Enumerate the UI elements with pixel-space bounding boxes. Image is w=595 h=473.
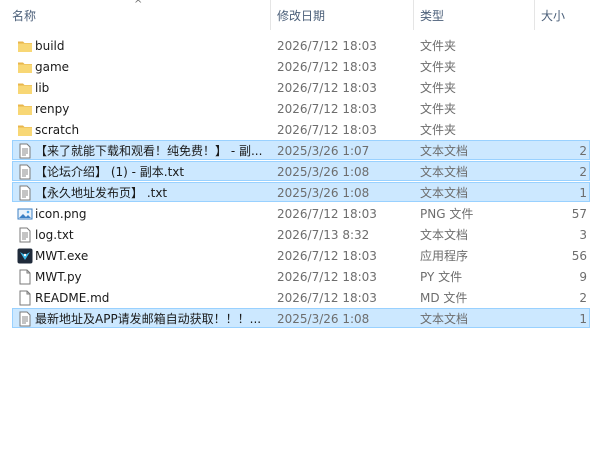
file-date: 2025/3/26 1:07 [277, 144, 370, 158]
folder-icon [17, 59, 33, 75]
file-name: 【论坛介绍】 (1) - 副本.txt [35, 165, 185, 179]
text-file-icon [17, 164, 33, 180]
file-name: README.md [35, 291, 110, 305]
file-date: 2026/7/12 18:03 [277, 123, 377, 137]
file-size: 2 [579, 165, 587, 179]
file-size [535, 36, 587, 56]
file-date: 2025/3/26 1:08 [277, 312, 370, 326]
text-file-icon [17, 143, 33, 159]
text-file-icon [17, 185, 33, 201]
file-name: build [35, 39, 65, 53]
file-date: 2026/7/13 8:32 [277, 228, 370, 242]
folder-icon [17, 38, 33, 54]
file-size: 3 [579, 228, 587, 242]
file-type: 文本文档 [420, 312, 469, 326]
file-row[interactable]: 【论坛介绍】 (1) - 副本.txt 2025/3/26 1:08 文本文档 2 [12, 161, 590, 181]
file-row[interactable]: scratch 2026/7/12 18:03 文件夹 [12, 119, 590, 139]
file-size [535, 99, 587, 119]
file-row[interactable]: 最新地址及APP请发邮箱自动获取！！！... 2025/3/26 1:08 文本文档… [12, 308, 590, 328]
file-name: lib [35, 81, 50, 95]
file-row[interactable]: MWT.py 2026/7/12 18:03 PY 文件 9 [12, 266, 590, 286]
file-date: 2026/7/12 18:03 [277, 291, 377, 305]
file-type: 文件夹 [420, 102, 457, 116]
file-type: MD 文件 [420, 291, 468, 305]
file-size: 9 [579, 270, 587, 284]
file-date: 2025/3/26 1:08 [277, 165, 370, 179]
file-size: 57 [571, 207, 587, 221]
file-row[interactable]: lib 2026/7/12 18:03 文件夹 [12, 77, 590, 97]
file-name: game [35, 60, 70, 74]
column-header: 名称 ^ 修改日期 类型 大小 [0, 0, 595, 30]
folder-icon [17, 80, 33, 96]
file-row[interactable]: MWT.exe 2026/7/12 18:03 应用程序 56 [12, 245, 590, 265]
file-type: 文本文档 [420, 186, 469, 200]
image-file-icon [17, 206, 33, 222]
text-file-icon [17, 311, 33, 327]
file-type: 应用程序 [420, 249, 469, 263]
file-type: 文件夹 [420, 81, 457, 95]
file-date: 2026/7/12 18:03 [277, 270, 377, 284]
file-row[interactable]: game 2026/7/12 18:03 文件夹 [12, 56, 590, 76]
file-type: 文本文档 [420, 144, 469, 158]
file-size: 1 [579, 312, 587, 326]
file-name: 【永久地址发布页】 .txt [35, 186, 168, 200]
file-date: 2025/3/26 1:08 [277, 186, 370, 200]
file-name: MWT.exe [35, 249, 89, 263]
file-name: MWT.py [35, 270, 82, 284]
file-size: 56 [571, 249, 587, 263]
file-size: 1 [579, 186, 587, 200]
app-icon [17, 248, 33, 264]
file-date: 2026/7/12 18:03 [277, 249, 377, 263]
file-size [535, 120, 587, 140]
file-name: 最新地址及APP请发邮箱自动获取！！！... [35, 312, 262, 326]
file-type: 文件夹 [420, 39, 457, 53]
file-row[interactable]: 【来了就能下载和观看！纯免费！】 - 副... 2025/3/26 1:07 文本文… [12, 140, 590, 160]
file-date: 2026/7/12 18:03 [277, 102, 377, 116]
file-row[interactable]: icon.png 2026/7/12 18:03 PNG 文件 57 [12, 203, 590, 223]
file-type: 文件夹 [420, 123, 457, 137]
folder-icon [17, 122, 33, 138]
file-type: PY 文件 [420, 270, 463, 284]
file-date: 2026/7/12 18:03 [277, 81, 377, 95]
blank-file-icon [17, 290, 33, 306]
file-name: icon.png [35, 207, 87, 221]
file-row[interactable]: log.txt 2026/7/13 8:32 文本文档 3 [12, 224, 590, 244]
file-date: 2026/7/12 18:03 [277, 39, 377, 53]
file-row[interactable]: build 2026/7/12 18:03 文件夹 [12, 35, 590, 55]
file-name: log.txt [35, 228, 74, 242]
file-type: 文本文档 [420, 165, 469, 179]
file-type: PNG 文件 [420, 207, 474, 221]
file-name: scratch [35, 123, 80, 137]
file-size [535, 57, 587, 77]
file-type: 文本文档 [420, 228, 469, 242]
file-size [535, 78, 587, 98]
file-type: 文件夹 [420, 60, 457, 74]
file-size: 2 [579, 291, 587, 305]
file-row[interactable]: renpy 2026/7/12 18:03 文件夹 [12, 98, 590, 118]
column-date[interactable]: 修改日期 [271, 0, 413, 30]
blank-file-icon [17, 269, 33, 285]
file-name: renpy [35, 102, 70, 116]
sort-ascending-icon: ^ [134, 0, 143, 10]
file-row[interactable]: 【永久地址发布页】 .txt 2025/3/26 1:08 文本文档 1 [12, 182, 590, 202]
folder-icon [17, 101, 33, 117]
file-date: 2026/7/12 18:03 [277, 207, 377, 221]
column-size[interactable]: 大小 [535, 0, 595, 30]
file-row[interactable]: README.md 2026/7/12 18:03 MD 文件 2 [12, 287, 590, 307]
column-type[interactable]: 类型 [414, 0, 534, 30]
file-size: 2 [579, 144, 587, 158]
file-name: 【来了就能下载和观看！纯免费！】 - 副... [35, 144, 263, 158]
text-file-icon [17, 227, 33, 243]
file-date: 2026/7/12 18:03 [277, 60, 377, 74]
